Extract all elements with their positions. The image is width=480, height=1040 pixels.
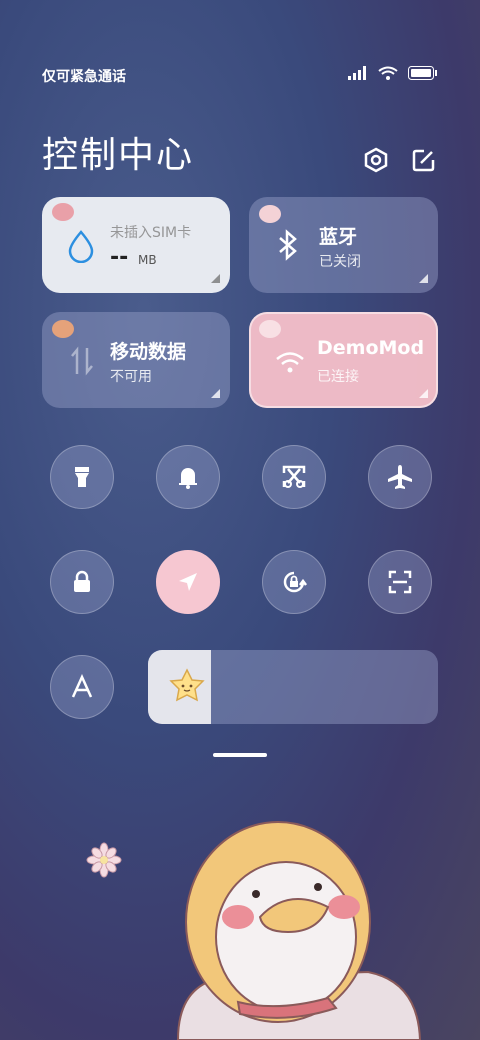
location-icon [179,573,197,591]
lock-icon [74,570,90,592]
location-toggle[interactable] [156,550,220,614]
expand-corner-icon [211,274,220,283]
expand-corner-icon [419,389,428,398]
signal-icon [348,66,366,80]
flashlight-toggle[interactable] [50,445,114,509]
data-usage-title: 未插入SIM卡 [110,225,192,241]
water-drop-icon [68,230,94,263]
battery-icon [408,66,437,80]
flashlight-icon [75,467,89,487]
wifi-title: DemoMod [317,337,425,359]
scan-toggle[interactable] [368,550,432,614]
lock-screen-toggle[interactable] [50,550,114,614]
screenshot-toggle[interactable] [262,445,326,509]
bunny-sticker [259,205,281,223]
status-icons [348,66,438,80]
data-usage-tile[interactable]: 未插入SIM卡 -- MB [42,197,230,293]
rotation-lock-icon [283,571,307,593]
settings-icon[interactable] [362,146,390,174]
edit-icon[interactable] [410,146,438,174]
mobile-data-title: 移动数据 [110,341,187,363]
wifi-tile[interactable]: DemoMod 已连接 [249,312,438,408]
scan-icon [388,570,412,594]
flower-icon [86,842,122,878]
status-carrier-text: 仅可紧急通话 [42,69,126,85]
rotation-lock-toggle[interactable] [262,550,326,614]
bluetooth-icon [279,229,297,261]
font-size-toggle[interactable] [50,655,114,719]
bluetooth-title: 蓝牙 [319,226,358,248]
mobile-data-icon [71,346,93,376]
data-usage-unit: MB [138,253,157,267]
airplane-toggle[interactable] [368,445,432,509]
mobile-data-status: 不可用 [110,369,152,385]
cat-sticker [52,203,74,221]
font-icon [71,674,93,698]
bluetooth-status: 已关闭 [319,254,361,270]
drag-handle[interactable] [213,753,267,757]
wifi-status: 已连接 [317,369,359,385]
bear-sticker [52,320,74,338]
airplane-icon [388,465,412,489]
screenshot-icon [282,465,306,488]
page-title: 控制中心 [42,135,195,176]
data-usage-value: -- [110,245,129,270]
brightness-slider[interactable] [148,650,438,724]
duck-wallpaper-illustration [176,821,422,1040]
wifi-icon [276,352,304,373]
bunny-sticker [259,320,281,338]
wifi-icon [378,66,398,80]
mobile-data-tile[interactable]: 移动数据 不可用 [42,312,230,408]
bluetooth-tile[interactable]: 蓝牙 已关闭 [249,197,438,293]
expand-corner-icon [211,389,220,398]
expand-corner-icon [419,274,428,283]
star-icon [169,668,205,702]
bell-icon [179,468,197,489]
ringer-toggle[interactable] [156,445,220,509]
